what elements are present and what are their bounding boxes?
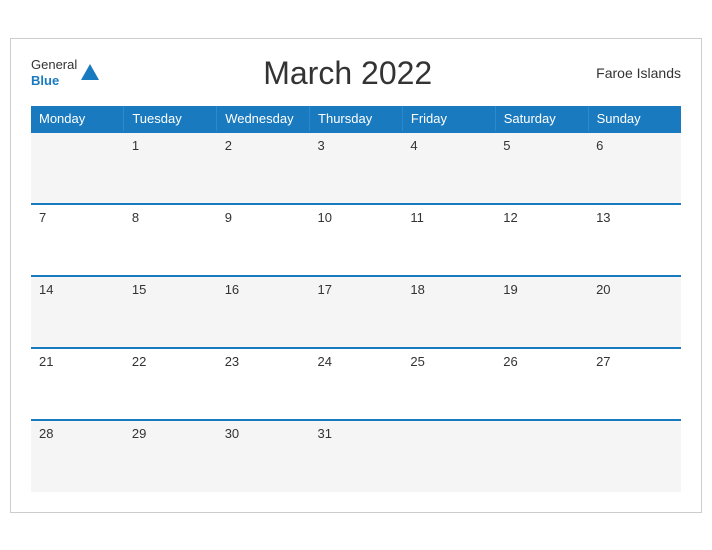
- calendar-cell: 27: [588, 348, 681, 420]
- calendar-cell: 12: [495, 204, 588, 276]
- calendar-cell: 13: [588, 204, 681, 276]
- day-number: 21: [39, 354, 53, 369]
- calendar-cell: 31: [310, 420, 403, 492]
- calendar-cell: 14: [31, 276, 124, 348]
- week-row-5: 28 29 30 31: [31, 420, 681, 492]
- day-number: 2: [225, 138, 232, 153]
- weekday-header-wednesday: Wednesday: [217, 106, 310, 132]
- day-number: 19: [503, 282, 517, 297]
- calendar-cell: 11: [402, 204, 495, 276]
- week-row-3: 14 15 16 17 18 19 20: [31, 276, 681, 348]
- weekday-header-friday: Friday: [402, 106, 495, 132]
- day-number: 26: [503, 354, 517, 369]
- calendar-cell: 21: [31, 348, 124, 420]
- calendar-cell: 4: [402, 132, 495, 204]
- day-number: 8: [132, 210, 139, 225]
- calendar-cell: 2: [217, 132, 310, 204]
- calendar-cell: 19: [495, 276, 588, 348]
- calendar-cell: 7: [31, 204, 124, 276]
- weekday-header-thursday: Thursday: [310, 106, 403, 132]
- calendar-cell: 3: [310, 132, 403, 204]
- day-number: 31: [318, 426, 332, 441]
- calendar-cell: 23: [217, 348, 310, 420]
- day-number: 22: [132, 354, 146, 369]
- calendar-cell: 8: [124, 204, 217, 276]
- calendar-cell: 28: [31, 420, 124, 492]
- calendar-cell: 5: [495, 132, 588, 204]
- day-number: 15: [132, 282, 146, 297]
- calendar-cell: 30: [217, 420, 310, 492]
- day-number: 9: [225, 210, 232, 225]
- day-number: 5: [503, 138, 510, 153]
- day-number: 28: [39, 426, 53, 441]
- day-number: 30: [225, 426, 239, 441]
- calendar-cell: [588, 420, 681, 492]
- calendar-container: General Blue March 2022 Faroe Islands Mo…: [10, 38, 702, 513]
- weekday-header-tuesday: Tuesday: [124, 106, 217, 132]
- logo-triangle-icon: [81, 64, 99, 80]
- day-number: 7: [39, 210, 46, 225]
- weekday-header-monday: Monday: [31, 106, 124, 132]
- day-number: 10: [318, 210, 332, 225]
- calendar-cell: 26: [495, 348, 588, 420]
- logo: General Blue: [31, 57, 99, 88]
- day-number: 13: [596, 210, 610, 225]
- calendar-cell: 16: [217, 276, 310, 348]
- weekday-header-sunday: Sunday: [588, 106, 681, 132]
- calendar-cell: 20: [588, 276, 681, 348]
- day-number: 29: [132, 426, 146, 441]
- day-number: 27: [596, 354, 610, 369]
- day-number: 25: [410, 354, 424, 369]
- calendar-cell: 18: [402, 276, 495, 348]
- week-row-1: 1 2 3 4 5 6: [31, 132, 681, 204]
- day-number: 4: [410, 138, 417, 153]
- week-row-2: 7 8 9 10 11 12 13: [31, 204, 681, 276]
- weekday-header-saturday: Saturday: [495, 106, 588, 132]
- calendar-header: General Blue March 2022 Faroe Islands: [31, 55, 681, 92]
- calendar-title: March 2022: [263, 55, 432, 92]
- logo-text: General Blue: [31, 57, 77, 88]
- day-number: 14: [39, 282, 53, 297]
- region-label: Faroe Islands: [596, 65, 681, 81]
- weekday-header-row: MondayTuesdayWednesdayThursdayFridaySatu…: [31, 106, 681, 132]
- calendar-cell: 29: [124, 420, 217, 492]
- calendar-cell: [495, 420, 588, 492]
- day-number: 18: [410, 282, 424, 297]
- day-number: 23: [225, 354, 239, 369]
- calendar-table: MondayTuesdayWednesdayThursdayFridaySatu…: [31, 106, 681, 492]
- day-number: 3: [318, 138, 325, 153]
- day-number: 6: [596, 138, 603, 153]
- calendar-cell: 24: [310, 348, 403, 420]
- day-number: 20: [596, 282, 610, 297]
- day-number: 12: [503, 210, 517, 225]
- calendar-cell: 25: [402, 348, 495, 420]
- day-number: 1: [132, 138, 139, 153]
- day-number: 24: [318, 354, 332, 369]
- day-number: 16: [225, 282, 239, 297]
- calendar-cell: 6: [588, 132, 681, 204]
- calendar-cell: 9: [217, 204, 310, 276]
- calendar-cell: 1: [124, 132, 217, 204]
- day-number: 17: [318, 282, 332, 297]
- week-row-4: 21 22 23 24 25 26 27: [31, 348, 681, 420]
- calendar-cell: 10: [310, 204, 403, 276]
- calendar-cell: 22: [124, 348, 217, 420]
- calendar-cell: 17: [310, 276, 403, 348]
- calendar-cell: [31, 132, 124, 204]
- calendar-cell: 15: [124, 276, 217, 348]
- calendar-cell: [402, 420, 495, 492]
- day-number: 11: [410, 210, 424, 225]
